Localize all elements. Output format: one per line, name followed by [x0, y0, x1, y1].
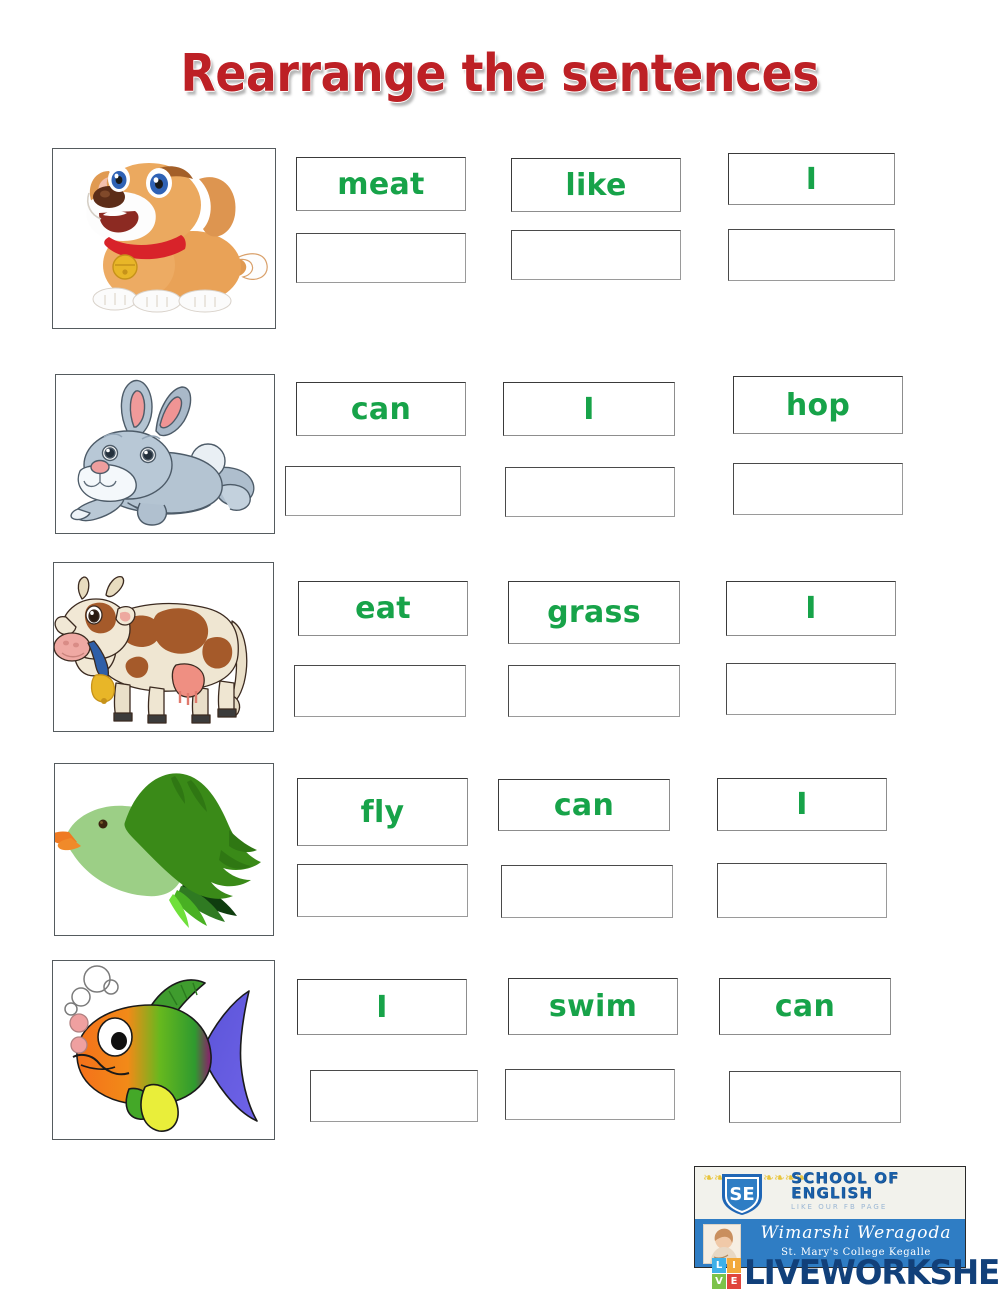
cow-illustration [54, 576, 248, 724]
answer-input[interactable] [294, 665, 466, 717]
answer-input[interactable] [310, 1070, 478, 1122]
cow-picture [53, 562, 274, 732]
dog-illustration [86, 163, 268, 313]
fb-tagline: LIKE OUR FB PAGE [791, 1203, 888, 1211]
word-tile[interactable]: I [726, 581, 896, 636]
word-tile[interactable]: grass [508, 581, 680, 644]
word-tile[interactable]: can [296, 382, 466, 436]
word-tile[interactable]: fly [297, 778, 468, 846]
fish-picture [52, 960, 275, 1140]
school-name-block: SCHOOL OF ENGLISH LIKE OUR FB PAGE [791, 1171, 963, 1212]
lw-letter-i: I [727, 1257, 741, 1273]
word-tile[interactable]: I [717, 778, 887, 831]
answer-input[interactable] [733, 463, 903, 515]
answer-input[interactable] [508, 665, 680, 717]
answer-input[interactable] [717, 863, 887, 918]
liveworksheets-wordmark: LIVEWORKSHEETS [744, 1253, 1000, 1293]
word-tile[interactable]: I [297, 979, 467, 1035]
word-tile[interactable]: I [728, 153, 895, 205]
lw-letter-e: E [727, 1273, 741, 1289]
liveworksheets-branding: L I V E LIVEWORKSHEETS [712, 1253, 1000, 1293]
bird-picture [54, 763, 274, 936]
word-tile[interactable]: eat [298, 581, 468, 636]
laurel-right-icon: ❧❧❧❧ [763, 1170, 807, 1185]
word-tile[interactable]: can [498, 779, 670, 831]
logo-top-band: ❧❧❧❧ ❧❧❧❧ SE SCHOOL OF ENGLISH LIKE OUR … [695, 1167, 965, 1219]
answer-input[interactable] [501, 865, 673, 918]
page-header: Rearrange the sentences [0, 44, 1000, 104]
liveworksheets-icon: L I V E [712, 1257, 741, 1289]
word-tile[interactable]: meat [296, 157, 466, 211]
answer-input[interactable] [511, 230, 681, 280]
word-tile[interactable]: hop [733, 376, 903, 434]
answer-input[interactable] [726, 663, 896, 715]
answer-input[interactable] [296, 233, 466, 283]
lw-letter-v: V [712, 1273, 726, 1289]
page-title: Rearrange the sentences [180, 44, 820, 104]
rabbit-picture [55, 374, 275, 534]
teacher-name: Wimarshi Weragoda [760, 1223, 952, 1243]
bird-illustration [55, 773, 262, 928]
shield-icon: SE [722, 1174, 762, 1215]
word-tile[interactable]: can [719, 978, 891, 1035]
word-tile[interactable]: like [511, 158, 681, 212]
answer-input[interactable] [297, 864, 468, 917]
lw-letter-l: L [712, 1257, 726, 1273]
school-line-2: ENGLISH [791, 1184, 874, 1202]
word-tile[interactable]: I [503, 382, 675, 436]
rabbit-illustration [70, 379, 255, 526]
shield-text: SE [729, 1184, 754, 1205]
answer-input[interactable] [505, 467, 675, 517]
answer-input[interactable] [505, 1069, 675, 1120]
dog-picture [52, 148, 276, 329]
word-tile[interactable]: swim [508, 978, 678, 1035]
fish-illustration [64, 965, 258, 1132]
answer-input[interactable] [729, 1071, 901, 1123]
answer-input[interactable] [285, 466, 461, 516]
answer-input[interactable] [728, 229, 895, 281]
